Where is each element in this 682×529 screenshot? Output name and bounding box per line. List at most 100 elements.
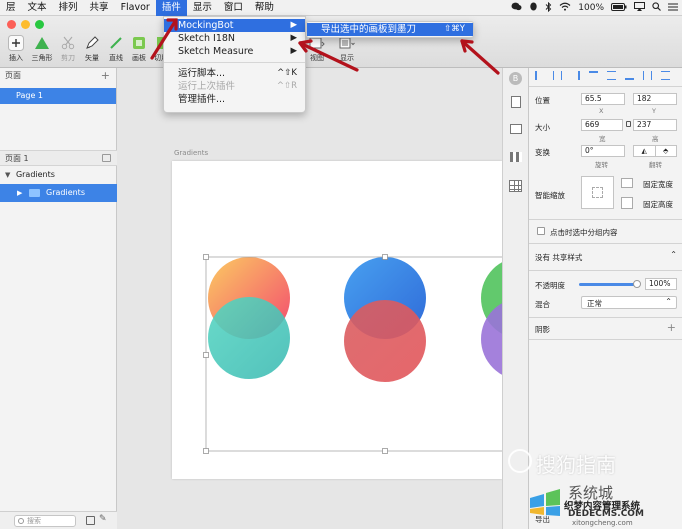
status-area: 100% bbox=[511, 0, 678, 16]
resize-widget[interactable] bbox=[581, 176, 614, 209]
align-info-icon[interactable]: B bbox=[509, 72, 522, 85]
selection-handle bbox=[203, 254, 209, 260]
distribute-h-icon[interactable] bbox=[643, 71, 652, 80]
shortcut-run-last-plugin: ^⇧R bbox=[276, 81, 297, 91]
wechat-icon[interactable] bbox=[511, 2, 522, 14]
gradient-circles[interactable] bbox=[172, 161, 502, 479]
zoom-window-button[interactable] bbox=[35, 20, 44, 29]
table-icon[interactable] bbox=[509, 180, 522, 192]
search-icon[interactable] bbox=[652, 2, 661, 14]
menu-item-export-to-mockingbot[interactable]: 导出选中的画板到墨刀 ⇧⌘Y bbox=[307, 23, 473, 36]
align-center-icon[interactable] bbox=[553, 71, 562, 80]
collapse-layers-icon[interactable] bbox=[102, 154, 111, 162]
vector-button[interactable]: 矢量 bbox=[80, 34, 104, 63]
rotate-field[interactable]: 0° bbox=[581, 145, 625, 157]
align-top-icon[interactable] bbox=[589, 71, 598, 80]
align-right-icon[interactable] bbox=[571, 71, 580, 80]
canvas[interactable]: Gradients bbox=[117, 68, 502, 529]
menu-item-manage-plugins-label: 管理插件... bbox=[178, 94, 226, 105]
edit-icon[interactable]: ✎ bbox=[99, 514, 107, 524]
menu-item-sketch-i18n-label: Sketch I18N bbox=[178, 33, 236, 44]
pages-toggle-icon[interactable] bbox=[86, 516, 95, 525]
battery-icon[interactable] bbox=[611, 2, 627, 14]
minimize-window-button[interactable] bbox=[21, 20, 30, 29]
lock-ratio-icon[interactable] bbox=[626, 121, 631, 127]
display-button[interactable]: 显示 bbox=[335, 34, 359, 63]
y-field[interactable]: 182 bbox=[633, 93, 677, 105]
qq-icon[interactable] bbox=[529, 2, 538, 15]
menu-separator bbox=[164, 62, 305, 63]
artboard-title[interactable]: Gradients bbox=[174, 149, 208, 157]
menu-item-sketch-measure[interactable]: Sketch Measure ▶ bbox=[164, 45, 305, 58]
wifi-icon[interactable] bbox=[559, 2, 571, 14]
sogou-watermark-text: 搜狗指南 bbox=[536, 453, 616, 477]
list-icon[interactable] bbox=[668, 3, 678, 14]
opacity-field[interactable]: 100% bbox=[645, 278, 677, 290]
page-list-item[interactable]: Page 1 bbox=[0, 88, 116, 104]
shared-style-select[interactable]: 没有 共享样式 ⌃ bbox=[529, 250, 682, 264]
shared-style-label: 没有 共享样式 bbox=[535, 253, 583, 262]
bluetooth-icon[interactable] bbox=[545, 1, 552, 15]
plus-icon bbox=[8, 35, 24, 51]
menu-window[interactable]: 窗口 bbox=[218, 0, 249, 16]
layer-group-label: Gradients bbox=[46, 188, 85, 197]
menu-item-sketch-i18n[interactable]: Sketch I18N ▶ bbox=[164, 32, 305, 45]
airplay-icon[interactable] bbox=[634, 2, 645, 14]
layer-row-group[interactable]: ▶ Gradients bbox=[0, 184, 117, 202]
menu-item-run-last-plugin[interactable]: 运行上次插件 ^⇧R bbox=[164, 80, 305, 93]
distribute-v-icon[interactable] bbox=[661, 71, 670, 80]
menu-plugins[interactable]: 插件 bbox=[155, 0, 187, 16]
align-left-icon[interactable] bbox=[535, 71, 544, 80]
height-field[interactable]: 237 bbox=[633, 119, 677, 131]
menu-help[interactable]: 帮助 bbox=[249, 0, 280, 16]
click-select-checkbox[interactable] bbox=[537, 227, 545, 235]
artboard-label: 画板 bbox=[132, 54, 146, 62]
insert-button[interactable]: 插入 bbox=[4, 34, 28, 63]
opacity-slider-knob[interactable] bbox=[633, 280, 641, 288]
scissors-button[interactable]: 剪刀 bbox=[56, 34, 80, 63]
menu-item-run-script[interactable]: 运行脚本... ^⇧K bbox=[164, 67, 305, 80]
line-label: 直线 bbox=[109, 54, 123, 62]
disclosure-open-icon[interactable]: ▼ bbox=[5, 171, 10, 179]
fix-height-icon[interactable] bbox=[621, 197, 633, 209]
menu-item-mockingbot[interactable]: MockingBot ▶ bbox=[164, 19, 305, 32]
site-logo-icon bbox=[528, 486, 562, 516]
line-button[interactable]: 直线 bbox=[104, 34, 128, 63]
add-page-icon[interactable]: + bbox=[101, 68, 110, 84]
artboard-button[interactable]: 画板 bbox=[127, 34, 151, 63]
display-icon bbox=[339, 37, 355, 49]
opacity-slider[interactable] bbox=[579, 280, 641, 288]
flip-horizontal-icon[interactable]: ◭ bbox=[634, 146, 656, 156]
pen-icon bbox=[86, 36, 99, 49]
align-bottom-icon[interactable] bbox=[625, 71, 634, 80]
menu-layer[interactable]: 层 bbox=[0, 0, 22, 16]
close-window-button[interactable] bbox=[7, 20, 16, 29]
position-label: 位置 bbox=[535, 96, 550, 105]
blend-select[interactable]: 正常 ⌃ bbox=[581, 296, 677, 309]
flip-vertical-icon[interactable]: ⬘ bbox=[656, 146, 677, 156]
fix-width-icon[interactable] bbox=[621, 178, 633, 188]
triangle-button[interactable]: 三角形 bbox=[30, 34, 54, 63]
artboard[interactable] bbox=[172, 161, 502, 479]
menu-view[interactable]: 显示 bbox=[187, 0, 218, 16]
align-middle-icon[interactable] bbox=[607, 71, 616, 80]
add-shadow-icon[interactable]: + bbox=[667, 321, 676, 334]
disclosure-closed-icon[interactable]: ▶ bbox=[17, 184, 22, 202]
view-button[interactable]: 视图 bbox=[305, 34, 329, 63]
menu-item-manage-plugins[interactable]: 管理插件... bbox=[164, 93, 305, 106]
resize-center-box bbox=[592, 187, 603, 198]
inspector-tab-icon[interactable] bbox=[510, 124, 522, 134]
divider bbox=[529, 86, 682, 87]
menu-share[interactable]: 共享 bbox=[84, 0, 115, 16]
page-icon[interactable] bbox=[511, 96, 521, 108]
x-field[interactable]: 65.5 bbox=[581, 93, 625, 105]
menu-text[interactable]: 文本 bbox=[22, 0, 53, 16]
layer-row-artboard[interactable]: ▼ Gradients bbox=[0, 166, 117, 184]
menu-flavor[interactable]: Flavor bbox=[115, 0, 156, 16]
submenu-arrow-icon: ▶ bbox=[290, 33, 297, 43]
fix-width-label: 固定宽度 bbox=[643, 180, 673, 189]
menu-arrange[interactable]: 排列 bbox=[53, 0, 84, 16]
click-select-label: 点击时选中分组内容 bbox=[550, 228, 618, 237]
grid-icon[interactable] bbox=[510, 152, 522, 162]
width-field[interactable]: 669 bbox=[581, 119, 623, 131]
